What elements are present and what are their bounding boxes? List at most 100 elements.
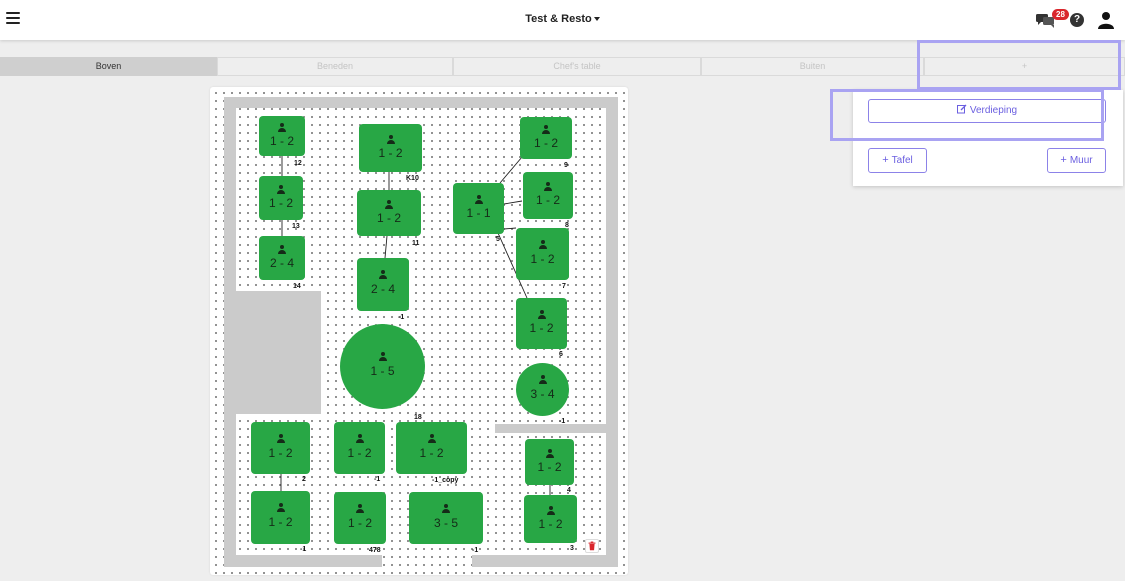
- table-capacity: 1 - 2: [537, 460, 562, 474]
- table-card[interactable]: 1 - 2: [525, 439, 574, 485]
- person-icon: [474, 195, 483, 204]
- table-capacity: 1 - 2: [538, 517, 563, 531]
- person-icon: [356, 504, 364, 513]
- person-icon: [378, 352, 387, 361]
- table-number: -1_copy: [432, 477, 459, 484]
- table-card[interactable]: 1 - 2: [251, 422, 310, 474]
- trash-icon[interactable]: [585, 539, 599, 553]
- table-capacity: 2 - 4: [269, 256, 294, 270]
- plus-icon: +: [1060, 154, 1067, 166]
- table-number: 18: [414, 414, 422, 421]
- table-capacity: 1 - 2: [268, 515, 293, 529]
- person-icon: [538, 375, 547, 384]
- restaurant-dropdown[interactable]: Test & Resto: [525, 13, 600, 25]
- table-card[interactable]: 2 - 4: [259, 236, 305, 280]
- table-capacity: 1 - 2: [530, 252, 555, 266]
- table-capacity: 1 - 2: [533, 136, 558, 150]
- table-capacity: 1 - 2: [378, 146, 403, 160]
- table-number: 5: [496, 236, 500, 243]
- table-number: 14: [293, 283, 301, 290]
- floor-tabs: Boven Beneden Chef's table Buiten +: [0, 57, 1125, 77]
- table-card[interactable]: 1 - 2: [251, 491, 310, 544]
- tab-boven[interactable]: Boven: [0, 57, 217, 76]
- table-number: 11: [412, 240, 420, 247]
- person-icon: [278, 123, 286, 132]
- person-icon: [385, 200, 393, 209]
- table-capacity: 1 - 2: [347, 516, 372, 530]
- person-icon: [427, 434, 436, 443]
- person-icon: [386, 135, 395, 144]
- person-icon: [545, 449, 554, 458]
- table-capacity: 2 - 4: [370, 282, 395, 296]
- table-number: -1: [398, 314, 405, 321]
- question-circle-icon[interactable]: ?: [1070, 13, 1084, 27]
- table-number: -1: [559, 418, 566, 425]
- add-element-panel: Verdieping + Tafel + Muur: [853, 90, 1123, 186]
- table-number: 13: [292, 223, 300, 230]
- person-icon: [355, 434, 364, 443]
- table-number: 4: [567, 487, 571, 494]
- plus-icon: +: [882, 154, 889, 166]
- person-icon: [544, 182, 552, 191]
- table-capacity: 1 - 5: [370, 364, 395, 378]
- table-number: 7: [562, 283, 566, 290]
- table-capacity: 1 - 2: [535, 193, 560, 207]
- table-card[interactable]: 1 - 2: [516, 298, 567, 349]
- user-icon[interactable]: [1098, 11, 1114, 29]
- table-card[interactable]: 3 - 5: [409, 492, 483, 544]
- table-number: 478: [369, 547, 381, 554]
- edit-icon: [956, 104, 967, 114]
- person-icon: [537, 310, 546, 319]
- table-card[interactable]: 1 - 2: [259, 116, 305, 156]
- floor-plan-canvas[interactable]: 1 - 2 12 1 - 2 13 2 - 4 14 1 - 2 K10 1 -…: [210, 87, 628, 575]
- table-card[interactable]: 3 - 4: [516, 363, 569, 416]
- table-number: K10: [406, 175, 419, 182]
- table-capacity: 1 - 2: [529, 321, 554, 335]
- table-card[interactable]: 1 - 2: [524, 495, 577, 543]
- table-card[interactable]: 1 - 2: [523, 172, 573, 219]
- table-capacity: 3 - 4: [530, 387, 555, 401]
- table-number: 6: [559, 351, 563, 358]
- add-wall-button[interactable]: + Muur: [1047, 148, 1106, 173]
- person-icon: [538, 240, 547, 249]
- person-icon: [379, 270, 387, 279]
- person-icon: [277, 185, 285, 194]
- table-capacity: 1 - 2: [268, 446, 293, 460]
- tab-beneden[interactable]: Beneden: [217, 57, 453, 76]
- chevron-down-icon: [593, 17, 600, 22]
- tab-chefs-table[interactable]: Chef's table: [453, 57, 701, 76]
- edit-floor-button[interactable]: Verdieping: [868, 99, 1106, 123]
- table-card[interactable]: 1 - 2: [334, 492, 386, 544]
- table-number: 9: [564, 162, 568, 169]
- table-capacity: 1 - 2: [347, 446, 372, 460]
- table-card[interactable]: 1 - 2: [516, 228, 569, 280]
- table-card[interactable]: 1 - 2: [520, 117, 572, 159]
- table-card[interactable]: 1 - 2: [359, 124, 422, 172]
- table-card[interactable]: 1 - 2: [357, 190, 421, 236]
- top-navbar: Test & Resto 28 ?: [0, 0, 1125, 40]
- restaurant-name: Test & Resto: [525, 13, 592, 25]
- table-capacity: 1 - 2: [419, 446, 444, 460]
- table-card[interactable]: 2 - 4: [357, 258, 409, 311]
- table-number: 12: [294, 160, 302, 167]
- table-card[interactable]: 1 - 2: [334, 422, 385, 474]
- table-number: -1: [374, 476, 381, 483]
- person-icon: [546, 506, 555, 515]
- table-capacity: 1 - 2: [269, 134, 294, 148]
- table-card[interactable]: 1 - 2: [396, 422, 467, 474]
- edit-floor-label: Verdieping: [969, 105, 1018, 116]
- table-number: -1: [472, 547, 479, 554]
- add-table-button[interactable]: + Tafel: [868, 148, 927, 173]
- table-capacity: 1 - 2: [376, 211, 401, 225]
- table-capacity: 3 - 5: [433, 516, 458, 530]
- table-number: -1: [300, 546, 307, 553]
- table-card[interactable]: 1 - 5: [340, 324, 425, 409]
- table-card[interactable]: 1 - 2: [259, 176, 303, 220]
- person-icon: [442, 504, 450, 513]
- table-capacity: 1 - 2: [268, 196, 293, 210]
- notification-badge: 28: [1052, 9, 1069, 20]
- tab-buiten[interactable]: Buiten: [701, 57, 924, 76]
- person-icon: [276, 434, 285, 443]
- table-card[interactable]: 1 - 1: [453, 183, 504, 234]
- add-floor-tab[interactable]: +: [924, 57, 1125, 76]
